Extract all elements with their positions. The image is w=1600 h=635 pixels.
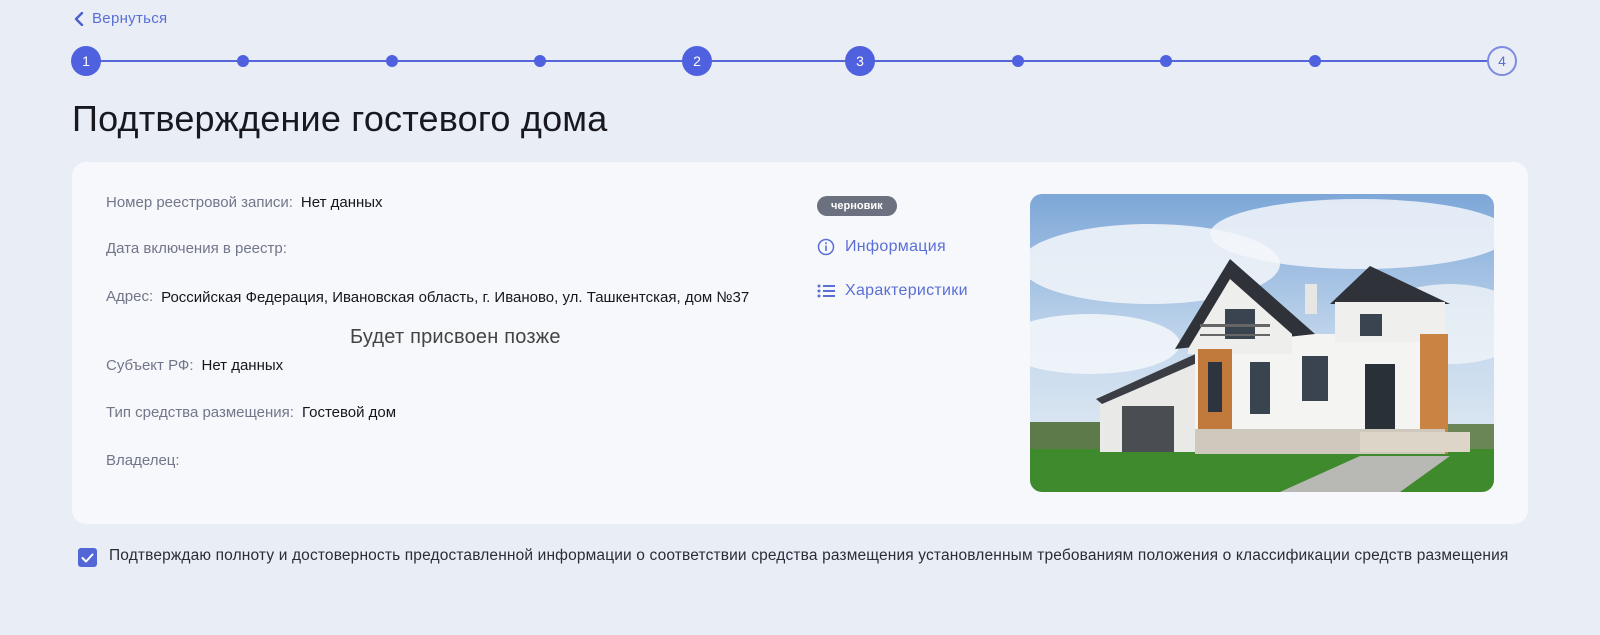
step-number: 1 — [71, 46, 101, 76]
inclusion-date-label: Дата включения в реестр: — [106, 240, 287, 257]
step-dot — [1160, 47, 1172, 67]
property-card: Номер реестровой записи: Нет данных Дата… — [72, 162, 1528, 524]
info-circle-icon — [817, 238, 835, 256]
info-link-label: Информация — [845, 238, 946, 255]
type-label: Тип средства размещения: — [106, 404, 294, 421]
house-photo — [1030, 194, 1494, 492]
type-row: Тип средства размещения: Гостевой дом — [106, 404, 396, 421]
step-number: 4 — [1487, 46, 1517, 76]
step-3[interactable]: 3 — [845, 46, 875, 76]
back-link[interactable]: Вернуться — [74, 10, 167, 27]
status-badge: черновик — [817, 196, 897, 216]
subject-label: Субъект РФ: — [106, 357, 194, 374]
confirmation-text: Подтверждаю полноту и достоверность пред… — [109, 547, 1509, 564]
step-dot — [1309, 47, 1321, 67]
step-dot — [237, 47, 249, 67]
address-row: Адрес: Российская Федерация, Ивановская … — [106, 288, 761, 309]
registry-number-value: Нет данных — [300, 194, 383, 211]
address-value: Российская Федерация, Ивановская область… — [161, 289, 750, 306]
registry-number-label: Номер реестровой записи: — [106, 194, 293, 211]
registry-number-row: Номер реестровой записи: Нет данных — [106, 194, 383, 211]
owner-label: Владелец: — [106, 452, 180, 469]
address-label: Адрес: — [106, 288, 154, 305]
step-dot — [386, 47, 398, 67]
step-1[interactable]: 1 — [71, 46, 101, 76]
confirmation-checkbox[interactable] — [78, 548, 97, 567]
progress-stepper: 1 2 3 4 — [71, 46, 1520, 76]
step-number: 3 — [845, 46, 875, 76]
subject-row: Субъект РФ: Нет данных — [106, 357, 283, 374]
characteristics-link-label: Характеристики — [845, 282, 968, 299]
confirmation-row: Подтверждаю полноту и достоверность пред… — [78, 544, 1538, 568]
list-icon — [817, 284, 835, 298]
stepper-line — [86, 60, 1506, 62]
subject-value: Нет данных — [201, 357, 284, 374]
checkmark-icon — [81, 553, 94, 562]
step-dot — [534, 47, 546, 67]
step-4[interactable]: 4 — [1487, 46, 1517, 76]
step-dot — [1012, 47, 1024, 67]
chevron-left-icon — [74, 11, 84, 26]
info-link[interactable]: Информация — [817, 238, 946, 256]
type-value: Гостевой дом — [301, 404, 397, 421]
assigned-later-note: Будет присвоен позже — [350, 326, 561, 348]
page-title: Подтверждение гостевого дома — [72, 98, 608, 139]
inclusion-date-row: Дата включения в реестр: — [106, 240, 287, 257]
step-number: 2 — [682, 46, 712, 76]
back-label: Вернуться — [92, 10, 168, 27]
step-2[interactable]: 2 — [682, 46, 712, 76]
owner-row: Владелец: — [106, 452, 180, 469]
characteristics-link[interactable]: Характеристики — [817, 282, 968, 300]
